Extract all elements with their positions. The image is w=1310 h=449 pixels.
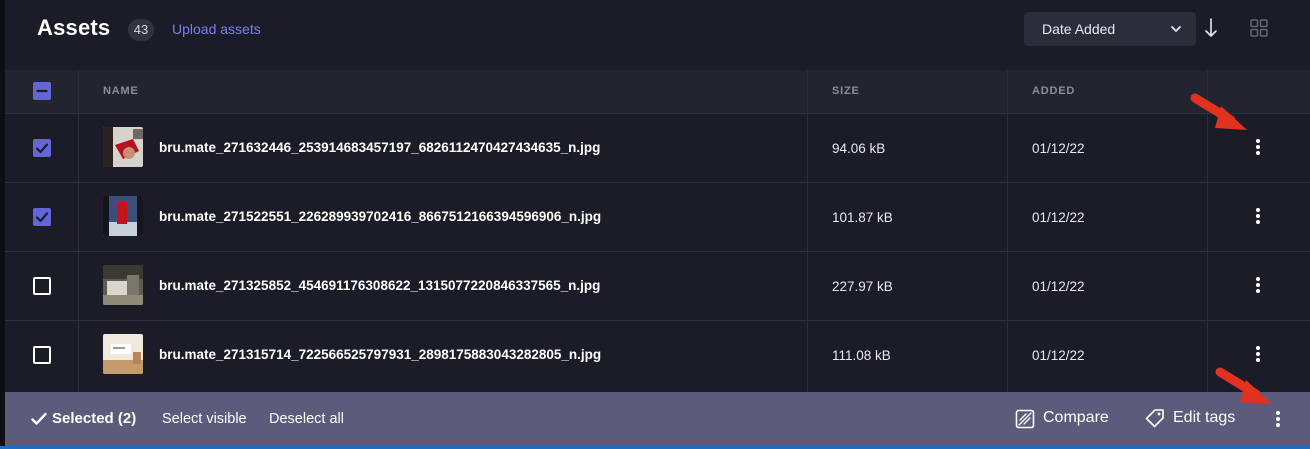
compare-button[interactable]: Compare	[1043, 409, 1109, 427]
asset-thumbnail	[103, 334, 143, 374]
upload-assets-link[interactable]: Upload assets	[172, 21, 261, 37]
asset-thumbnail	[103, 265, 143, 305]
bulk-more-options-icon[interactable]	[1271, 410, 1285, 430]
selection-action-bar: Selected (2) Select visible Deselect all…	[5, 392, 1310, 446]
asset-size: 101.87 kB	[832, 210, 893, 225]
row-checkbox[interactable]	[33, 277, 51, 295]
compare-icon	[1015, 409, 1035, 429]
table-header: NAME SIZE ADDED	[5, 70, 1310, 113]
row-checkbox[interactable]	[33, 139, 51, 157]
annotation-arrow-icon	[1190, 93, 1247, 130]
tag-icon	[1145, 409, 1164, 428]
row-more-options-icon[interactable]	[1251, 276, 1265, 296]
column-divider	[1007, 70, 1008, 392]
row-more-options-icon[interactable]	[1251, 138, 1265, 158]
assets-header: Assets 43 Upload assets Date Added	[5, 0, 1310, 70]
asset-thumbnail	[103, 127, 143, 167]
table-row[interactable]: bru.mate_271315714_722566525797931_28981…	[5, 320, 1310, 389]
asset-date-added: 01/12/22	[1032, 141, 1085, 156]
page-title: Assets	[37, 15, 111, 40]
check-icon	[35, 143, 49, 154]
asset-size: 94.06 kB	[832, 141, 886, 156]
asset-date-added: 01/12/22	[1032, 279, 1085, 294]
row-checkbox[interactable]	[33, 208, 51, 226]
table-row[interactable]: bru.mate_271325852_454691176308622_13150…	[5, 251, 1310, 320]
chevron-down-icon	[1171, 26, 1181, 32]
assets-table: NAME SIZE ADDED bru.mate_271632446_25391…	[5, 70, 1310, 392]
asset-filename[interactable]: bru.mate_271315714_722566525797931_28981…	[159, 347, 601, 362]
asset-size: 227.97 kB	[832, 279, 893, 294]
edit-tags-button[interactable]: Edit tags	[1173, 409, 1235, 427]
selected-count-label: Selected (2)	[52, 410, 137, 427]
asset-filename[interactable]: bru.mate_271325852_454691176308622_13150…	[159, 278, 600, 293]
annotation-arrow-icon	[1215, 367, 1272, 404]
table-row[interactable]: bru.mate_271632446_253914683457197_68261…	[5, 113, 1310, 182]
asset-filename[interactable]: bru.mate_271522551_226289939702416_86675…	[159, 209, 601, 224]
row-more-options-icon[interactable]	[1251, 207, 1265, 227]
asset-count-badge: 43	[128, 19, 154, 41]
deselect-all-button[interactable]: Deselect all	[269, 411, 344, 427]
table-row[interactable]: bru.mate_271522551_226289939702416_86675…	[5, 182, 1310, 251]
asset-filename[interactable]: bru.mate_271632446_253914683457197_68261…	[159, 140, 600, 155]
assets-page: Assets 43 Upload assets Date Added NAME …	[0, 0, 1310, 449]
asset-date-added: 01/12/22	[1032, 348, 1085, 363]
asset-size: 111.08 kB	[832, 348, 891, 363]
asset-date-added: 01/12/22	[1032, 210, 1085, 225]
column-header-added[interactable]: ADDED	[1032, 85, 1075, 97]
select-all-checkbox[interactable]	[33, 82, 51, 100]
sort-select[interactable]: Date Added	[1024, 12, 1196, 46]
check-icon	[35, 212, 49, 223]
grid-view-icon[interactable]	[1250, 19, 1268, 37]
select-visible-button[interactable]: Select visible	[162, 411, 247, 427]
check-icon	[31, 412, 47, 425]
column-header-name[interactable]: NAME	[103, 85, 139, 97]
row-checkbox[interactable]	[33, 346, 51, 364]
column-header-size[interactable]: SIZE	[832, 85, 860, 97]
column-divider	[807, 70, 808, 392]
sort-select-value: Date Added	[1042, 21, 1116, 37]
minus-icon	[36, 89, 48, 93]
column-divider	[78, 70, 79, 392]
sort-descending-icon[interactable]	[1204, 17, 1218, 39]
asset-thumbnail	[103, 196, 143, 236]
